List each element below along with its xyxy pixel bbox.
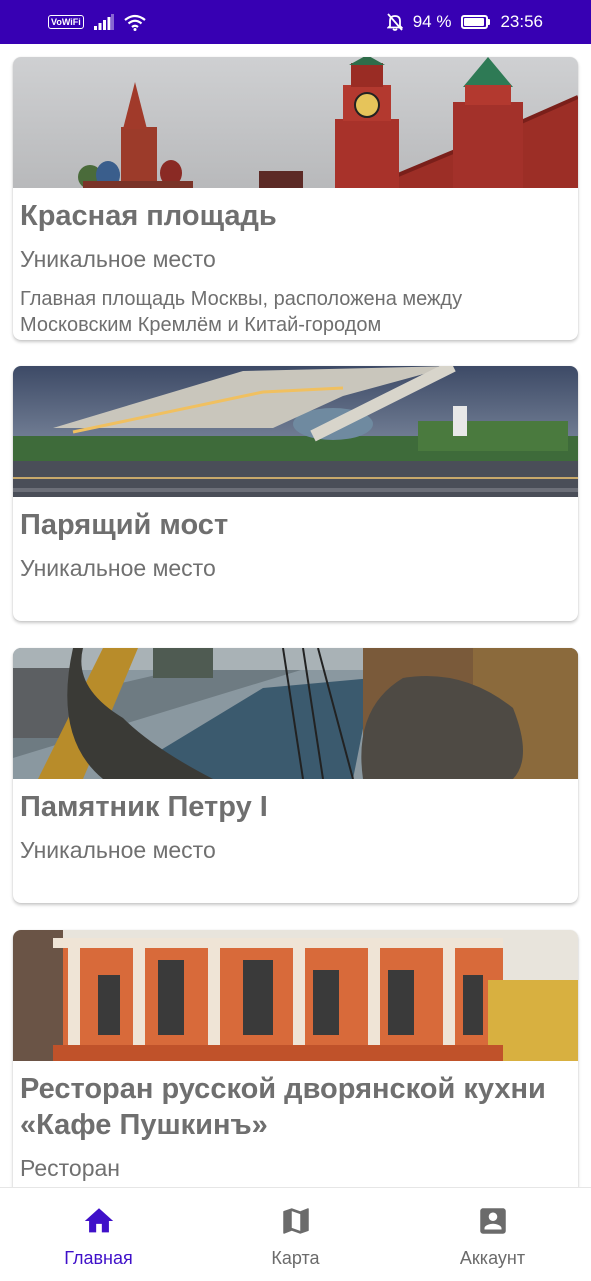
nav-tab-label: Главная	[64, 1248, 133, 1268]
place-card-floating-bridge[interactable]: Парящий мост Уникальное место	[13, 366, 578, 621]
nav-tab-label: Аккаунт	[459, 1248, 526, 1268]
map-icon	[282, 1208, 309, 1234]
place-category: Уникальное место	[20, 837, 216, 863]
place-title: Красная площадь	[20, 200, 277, 232]
place-description: Главная площадь Москвы, расположена межд…	[20, 288, 463, 336]
place-image-floating-bridge	[13, 366, 578, 497]
place-category: Уникальное место	[20, 246, 216, 272]
places-feed[interactable]: Красная площадь Уникальное место Главная…	[0, 44, 591, 1187]
vowifi-icon: VoWiFi	[48, 15, 84, 29]
bottom-navigation: Главная Карта Аккаунт	[0, 1187, 591, 1280]
place-image-cafe-pushkin	[13, 930, 578, 1061]
battery-icon	[461, 15, 491, 29]
place-card-red-square[interactable]: Красная площадь Уникальное место Главная…	[13, 57, 578, 340]
nav-tab-map[interactable]: Карта	[197, 1188, 394, 1281]
place-image-peter-monument	[13, 648, 578, 779]
place-card-peter-monument[interactable]: Памятник Петру I Уникальное место	[13, 648, 578, 903]
place-title: Парящий мост	[20, 509, 229, 541]
place-category: Ресторан	[20, 1155, 120, 1181]
home-icon	[84, 1208, 113, 1233]
signal-icon	[93, 14, 114, 30]
status-left: VoWiFi	[48, 14, 146, 31]
nav-tab-account[interactable]: Аккаунт	[394, 1188, 591, 1281]
place-title: Памятник Петру I	[20, 791, 268, 823]
place-card-cafe-pushkin[interactable]: Ресторан русской дворянской кухни «Кафе …	[13, 930, 578, 1187]
nav-tab-label: Карта	[271, 1248, 320, 1268]
account-icon	[479, 1208, 506, 1234]
clock: 23:56	[500, 12, 543, 31]
wifi-icon	[124, 14, 146, 31]
place-image-red-square	[13, 57, 578, 188]
nav-tab-home[interactable]: Главная	[0, 1188, 197, 1281]
status-bar: VoWiFi 94 % 23:56	[0, 0, 591, 44]
place-title: Ресторан русской дворянской кухни «Кафе …	[20, 1073, 546, 1141]
place-category: Уникальное место	[20, 555, 216, 581]
status-right: 94 % 23:56	[386, 12, 543, 32]
battery-percent: 94 %	[412, 12, 452, 31]
bell-muted-icon	[386, 13, 403, 31]
